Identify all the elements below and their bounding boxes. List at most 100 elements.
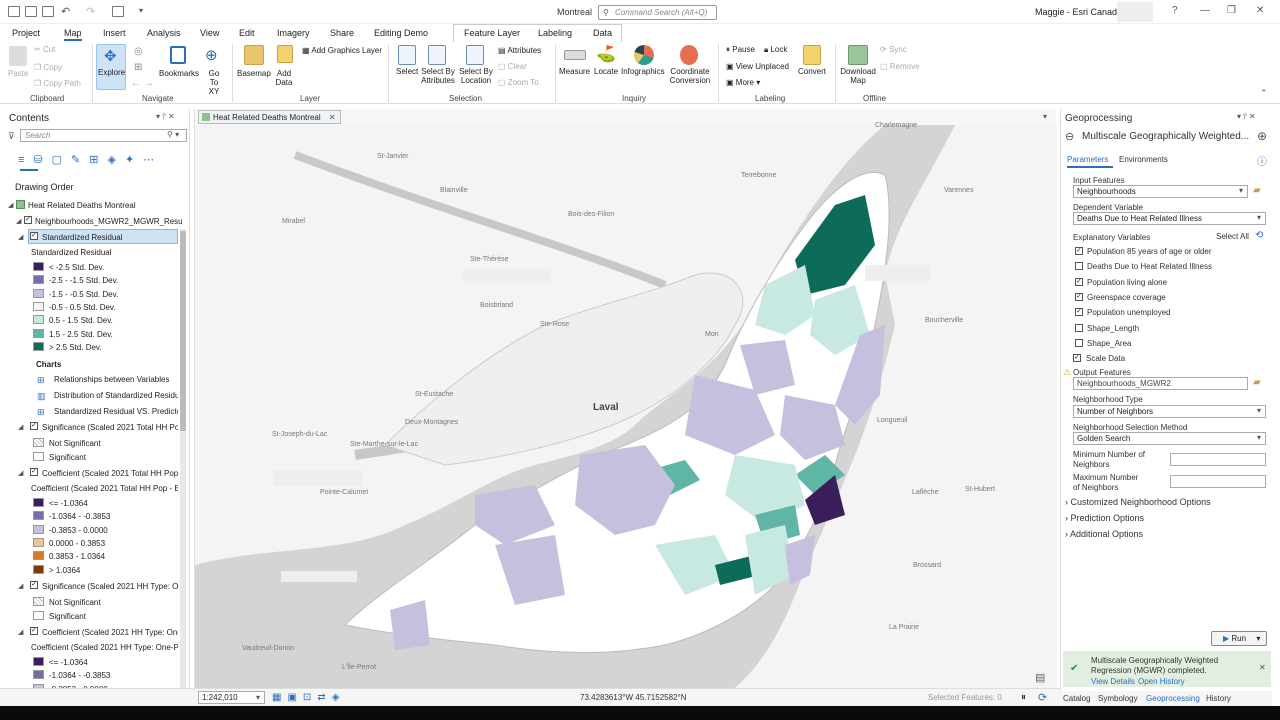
sublayer-visibility-checkbox[interactable]: ✓ [30,422,38,430]
back-icon[interactable]: ⊖ [1065,130,1074,143]
select-button[interactable]: Select [396,67,418,76]
output-features-input[interactable]: Neighbourhoods_MGWR2 [1073,377,1248,390]
input-features-dropdown[interactable]: Neighbourhoods ▾ [1073,185,1248,198]
extent-icon[interactable]: ⊡ [303,692,317,703]
sublayer-name[interactable]: Coefficient (Scaled 2021 Total HH Pop [42,469,178,478]
list-by-source-icon[interactable]: ⛁ [33,154,51,166]
chart-item[interactable]: Standardized Residual VS. Predicted [54,407,178,416]
expand-icon[interactable]: ◢ [18,423,23,431]
expand-icon[interactable]: ◢ [18,233,23,241]
explanatory-variable-checkbox[interactable]: ✓ [1075,292,1083,301]
chart-item[interactable]: Relationships between Variables [54,375,169,384]
sublayer-name[interactable]: Significance (Scaled 2021 HH Type: On [42,582,178,591]
tab-edit[interactable]: Edit [239,28,255,38]
minimize-icon[interactable]: — [1200,5,1210,16]
list-by-drawing-order-icon[interactable]: ≡ [18,154,33,166]
tab-catalog[interactable]: Catalog [1063,694,1091,703]
explanatory-variable-checkbox[interactable] [1075,338,1083,347]
contents-search-input[interactable]: Search ⚲ ▾ [20,129,187,142]
more-button[interactable]: ▣ More ▾ [726,78,760,87]
run-button[interactable]: ▶ Run ▾ [1211,631,1267,646]
clear-button[interactable]: ▢ Clear [498,62,527,71]
lock-button[interactable]: 🔒︎ Lock [764,45,787,54]
tab-data[interactable]: Data [593,28,612,38]
map-tab-menu-icon[interactable]: ▾ [1043,112,1047,121]
remove-button[interactable]: ▢ Remove [880,62,920,71]
basemap-button[interactable]: Basemap [237,69,271,78]
neighborhood-type-dropdown[interactable]: Number of Neighbors ▾ [1073,405,1266,418]
view-details-link[interactable]: View Details [1091,677,1135,686]
pause-drawing-icon[interactable]: ⏸ [1021,692,1026,703]
frame-icon[interactable]: ▣ [287,692,302,703]
filter-icon[interactable]: ⊽ [8,131,15,142]
explanatory-variable-checkbox[interactable] [1075,323,1083,332]
help-icon[interactable]: ? [1172,5,1178,16]
map-canvas[interactable] [195,125,1057,688]
maximum-neighbors-input[interactable] [1170,475,1266,488]
restore-icon[interactable]: ❐ [1227,5,1236,16]
contents-scrollbar[interactable] [180,229,186,689]
previous-extent-icon[interactable]: ← → [131,78,154,89]
neighborhood-selection-method-dropdown[interactable]: Golden Search ▾ [1073,432,1266,445]
pane-menu-icon[interactable]: ▾ ⫯ ✕ [1237,112,1256,122]
close-icon[interactable]: ✕ [329,113,336,122]
help-icon[interactable]: ⓘ [1257,153,1267,168]
tab-insert[interactable]: Insert [103,28,126,38]
list-by-perspective-icon[interactable]: ✦ [125,154,143,166]
expander-prediction[interactable]: › Prediction Options [1065,513,1144,523]
tab-environments[interactable]: Environments [1119,155,1168,164]
bookmarks-button[interactable]: Bookmarks [159,69,199,78]
tab-feature-layer[interactable]: Feature Layer [464,28,520,38]
sublayer-visibility-checkbox[interactable]: ✓ [30,627,38,635]
tab-geoprocessing[interactable]: Geoprocessing [1146,694,1200,703]
map-notes-icon[interactable]: ▤ [1035,671,1045,684]
close-icon[interactable]: ✕ [1256,5,1264,16]
explanatory-variable-checkbox[interactable]: ✓ [1075,277,1083,286]
explanatory-variable-checkbox[interactable]: ✓ [1075,308,1083,317]
expand-icon[interactable]: ◢ [18,469,23,477]
more-options-icon[interactable]: ⋯ [143,154,163,166]
avatar[interactable] [1117,2,1153,22]
expander-additional[interactable]: › Additional Options [1065,529,1143,539]
infographics-button[interactable]: Infographics [621,67,665,76]
save-icon[interactable] [42,6,54,17]
explanatory-variable-checkbox[interactable]: ✓ [1075,247,1083,255]
expand-icon[interactable]: ◢ [16,217,21,225]
sublayer-name[interactable]: Significance (Scaled 2021 Total HH Pop [42,423,178,432]
map-tab[interactable]: Heat Related Deaths Montreal ✕ [198,110,341,124]
expand-icon[interactable]: ◢ [18,582,23,590]
download-map-button[interactable]: Download Map [840,67,876,85]
list-by-labeling-icon[interactable]: ◈ [107,154,124,166]
sublayer-visibility-checkbox[interactable]: ✓ [30,581,38,589]
tab-editing-demo[interactable]: Editing Demo [374,28,428,38]
sync-button[interactable]: ⟳ Sync [880,45,907,54]
list-by-snapping-icon[interactable]: ⊞ [89,154,107,166]
tab-analysis[interactable]: Analysis [147,28,181,38]
navigator-icon[interactable]: ◈ [332,692,346,703]
redo-icon[interactable]: ↷ [86,5,95,18]
add-data-button[interactable]: Add Data [272,69,296,87]
zoom-to-button[interactable]: ▢ Zoom To [498,78,539,87]
sublayer-visibility-checkbox[interactable]: ✓ [30,468,38,476]
chart-item[interactable]: Distribution of Standardized Residu [54,391,178,400]
goto-xy-button[interactable]: Go To XY [205,69,223,96]
select-all-button[interactable]: Select All [1216,232,1249,241]
map-name[interactable]: Heat Related Deaths Montreal [28,201,136,210]
copy-button[interactable]: ❐ Copy [34,63,62,72]
open-history-link[interactable]: Open History [1138,677,1185,686]
folder-icon[interactable]: ▰ [1253,377,1261,388]
collapse-ribbon-icon[interactable]: ⌃ [1260,88,1268,99]
new-project-icon[interactable] [8,6,20,17]
refresh-icon[interactable]: ⟲ [1255,230,1263,241]
map-view[interactable]: Heat Related Deaths Montreal ✕ ▾ Charlem… [194,109,1057,706]
scale-dropdown[interactable]: 1:242,010 ▾ [198,691,265,704]
fixed-zoom-icon[interactable]: ⊞ [134,62,142,73]
map-navigation-buttons[interactable]: ▦▣⊡⇄◈ [272,692,345,703]
cut-button[interactable]: ✂ Cut [34,45,55,54]
tab-labeling[interactable]: Labeling [538,28,572,38]
user-label[interactable]: Maggie - Esri Canada [1035,7,1122,17]
add-icon[interactable]: ⊕ [1257,129,1267,143]
tab-view[interactable]: View [200,28,219,38]
scale-data-checkbox[interactable]: ✓ [1073,354,1081,362]
measure-button[interactable]: Measure [559,67,590,76]
